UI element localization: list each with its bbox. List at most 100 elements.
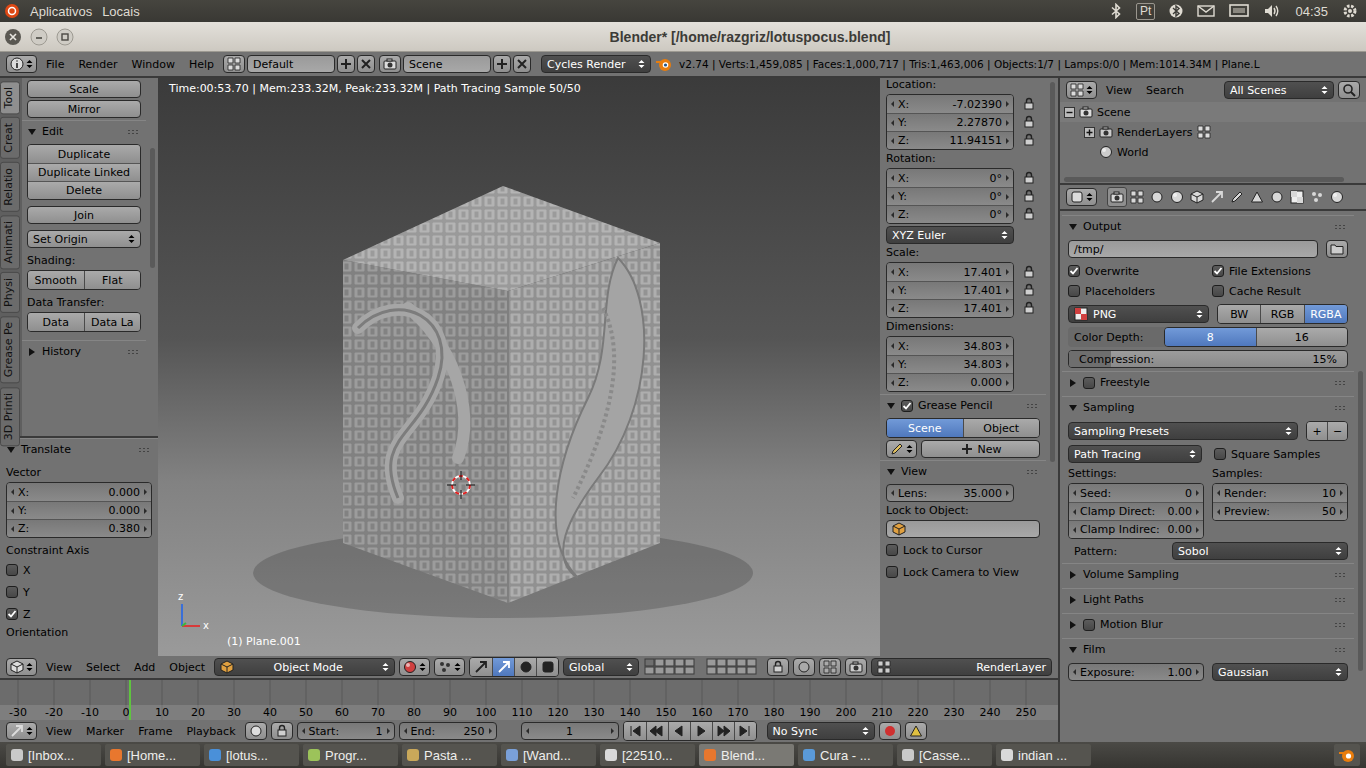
add-layout-button[interactable] (337, 55, 355, 73)
manipulator-button[interactable] (492, 658, 514, 676)
rotation-field[interactable]: X:0° (887, 169, 1013, 187)
collapse-icon[interactable] (1064, 107, 1075, 118)
lock-button[interactable] (1018, 169, 1040, 187)
editor-type-button[interactable] (1066, 81, 1097, 99)
panel-toggle-checkbox[interactable] (901, 400, 913, 412)
output-option-checkbox[interactable]: File Extensions (1212, 261, 1348, 281)
drag-grip-icon[interactable] (1026, 468, 1040, 476)
color-mode-button[interactable]: RGB (1260, 305, 1303, 323)
properties-tab[interactable] (1127, 187, 1147, 207)
drag-grip-icon[interactable] (1334, 404, 1348, 412)
header-menu[interactable]: Playback (181, 725, 240, 738)
rotation-field[interactable]: Y:0° (887, 187, 1013, 205)
taskbar-item[interactable]: Blend... (699, 744, 794, 766)
properties-tab[interactable] (1147, 187, 1167, 207)
location-field[interactable]: Y:2.27870 (887, 113, 1013, 131)
join-button[interactable]: Join (27, 206, 141, 224)
taskbar-item[interactable]: indian ... (996, 744, 1091, 766)
lock-button[interactable] (1018, 281, 1040, 299)
checkbox[interactable] (1212, 265, 1224, 277)
remove-layout-button[interactable] (357, 55, 375, 73)
sample-count-field[interactable]: Preview:50 (1213, 502, 1347, 520)
location-field[interactable]: X:-7.02390 (887, 95, 1013, 113)
properties-tab[interactable] (1227, 187, 1247, 207)
header-menu[interactable]: Add (129, 661, 160, 674)
playback-button[interactable] (690, 722, 712, 740)
scale-field[interactable]: Z:17.401 (887, 299, 1013, 317)
sampling-presets-dropdown[interactable]: Sampling Presets (1068, 422, 1298, 440)
manipulator-button[interactable] (514, 658, 536, 676)
editor-type-button[interactable] (6, 55, 37, 73)
scale-field[interactable]: Y:17.401 (887, 281, 1013, 299)
outliner-row[interactable]: World (1060, 142, 1366, 162)
playback-button[interactable] (646, 722, 668, 740)
view-lock-checkbox[interactable]: Lock to Cursor (886, 540, 1040, 560)
3d-cursor-icon[interactable] (447, 471, 475, 499)
header-menu[interactable]: File (41, 58, 69, 71)
properties-tab[interactable] (1287, 187, 1307, 207)
constraint-checkbox[interactable]: X (6, 560, 152, 580)
shading-button[interactable]: Flat (84, 271, 141, 289)
playback-button[interactable] (712, 722, 734, 740)
history-panel-header[interactable]: History (22, 340, 146, 362)
new-grease-pencil-button[interactable]: New (921, 440, 1040, 458)
vector-field[interactable]: Z:0.380 (7, 519, 151, 537)
search-button[interactable] (1338, 81, 1360, 99)
lock-button[interactable] (1018, 187, 1040, 205)
start-frame-field[interactable]: Start:1 (297, 722, 395, 740)
sampling-pattern-dropdown[interactable]: Sobol (1172, 542, 1348, 560)
properties-tab[interactable] (1307, 187, 1327, 207)
tool-button[interactable]: Duplicate Linked (28, 163, 140, 181)
drag-grip-icon[interactable] (1334, 621, 1348, 629)
color-mode-button[interactable]: BW (1218, 305, 1260, 323)
sync-mode-dropdown[interactable]: No Sync (767, 722, 875, 740)
lock-button[interactable] (1018, 205, 1040, 223)
taskbar-item[interactable]: [Home... (105, 744, 200, 766)
scrollbar-thumb[interactable] (1358, 371, 1363, 671)
drag-grip-icon[interactable] (1026, 402, 1040, 410)
grease-pencil-panel-header[interactable]: Grease Pencil (880, 394, 1046, 416)
taskbar-item[interactable]: Cura - ... (798, 744, 893, 766)
collapsed-panel-header[interactable]: Volume Sampling (1062, 563, 1354, 585)
drag-grip-icon[interactable] (1334, 571, 1348, 579)
panel-toggle-checkbox[interactable] (1083, 619, 1095, 631)
location-field[interactable]: Z:11.94151 (887, 131, 1013, 149)
system-menu[interactable]: Locais (102, 4, 140, 19)
vector-field[interactable]: X:0.000 (7, 483, 151, 501)
lock-object-field[interactable] (886, 520, 1040, 538)
header-menu[interactable]: View (41, 661, 77, 674)
exposure-field[interactable]: Exposure:1.00 (1068, 663, 1204, 681)
header-menu[interactable]: Frame (133, 725, 177, 738)
lock-button[interactable] (1018, 263, 1040, 281)
grease-pencil-source-button[interactable]: Object (963, 419, 1040, 437)
grease-pencil-browse[interactable] (886, 440, 917, 458)
shading-button[interactable]: Smooth (28, 271, 84, 289)
drag-grip-icon[interactable] (127, 128, 141, 136)
checkbox[interactable] (6, 564, 18, 576)
properties-tab[interactable] (1247, 187, 1267, 207)
properties-tab[interactable] (1327, 187, 1347, 207)
tool-shelf-tab[interactable]: Grease Pe (0, 316, 20, 383)
header-menu[interactable]: View (41, 725, 77, 738)
minimize-window-icon[interactable] (30, 28, 48, 46)
drag-grip-icon[interactable] (127, 348, 141, 356)
lock-range-button[interactable] (271, 722, 293, 740)
proportional-edit-button[interactable] (793, 658, 815, 676)
collapsed-panel-header[interactable]: Light Paths (1062, 588, 1354, 610)
scene-name-field[interactable]: Scene (403, 55, 491, 73)
checkbox[interactable] (886, 544, 898, 556)
set-origin-dropdown[interactable]: Set Origin (27, 230, 141, 248)
viewport-shading-dropdown[interactable] (399, 658, 430, 676)
drag-grip-icon[interactable] (1334, 646, 1348, 654)
add-scene-button[interactable] (493, 55, 511, 73)
remove-scene-button[interactable] (513, 55, 531, 73)
lock-layers-button[interactable] (767, 658, 789, 676)
properties-tab[interactable] (1207, 187, 1227, 207)
tool-button[interactable]: Duplicate (28, 145, 140, 163)
checkbox[interactable] (6, 586, 18, 598)
editor-type-button[interactable] (1066, 188, 1097, 206)
sampling-setting-field[interactable]: Clamp Indirec:0.00 (1069, 520, 1203, 538)
output-panel-header[interactable]: Output (1062, 215, 1354, 237)
taskbar-item[interactable]: [Wand... (501, 744, 596, 766)
header-menu[interactable]: Render (73, 58, 122, 71)
